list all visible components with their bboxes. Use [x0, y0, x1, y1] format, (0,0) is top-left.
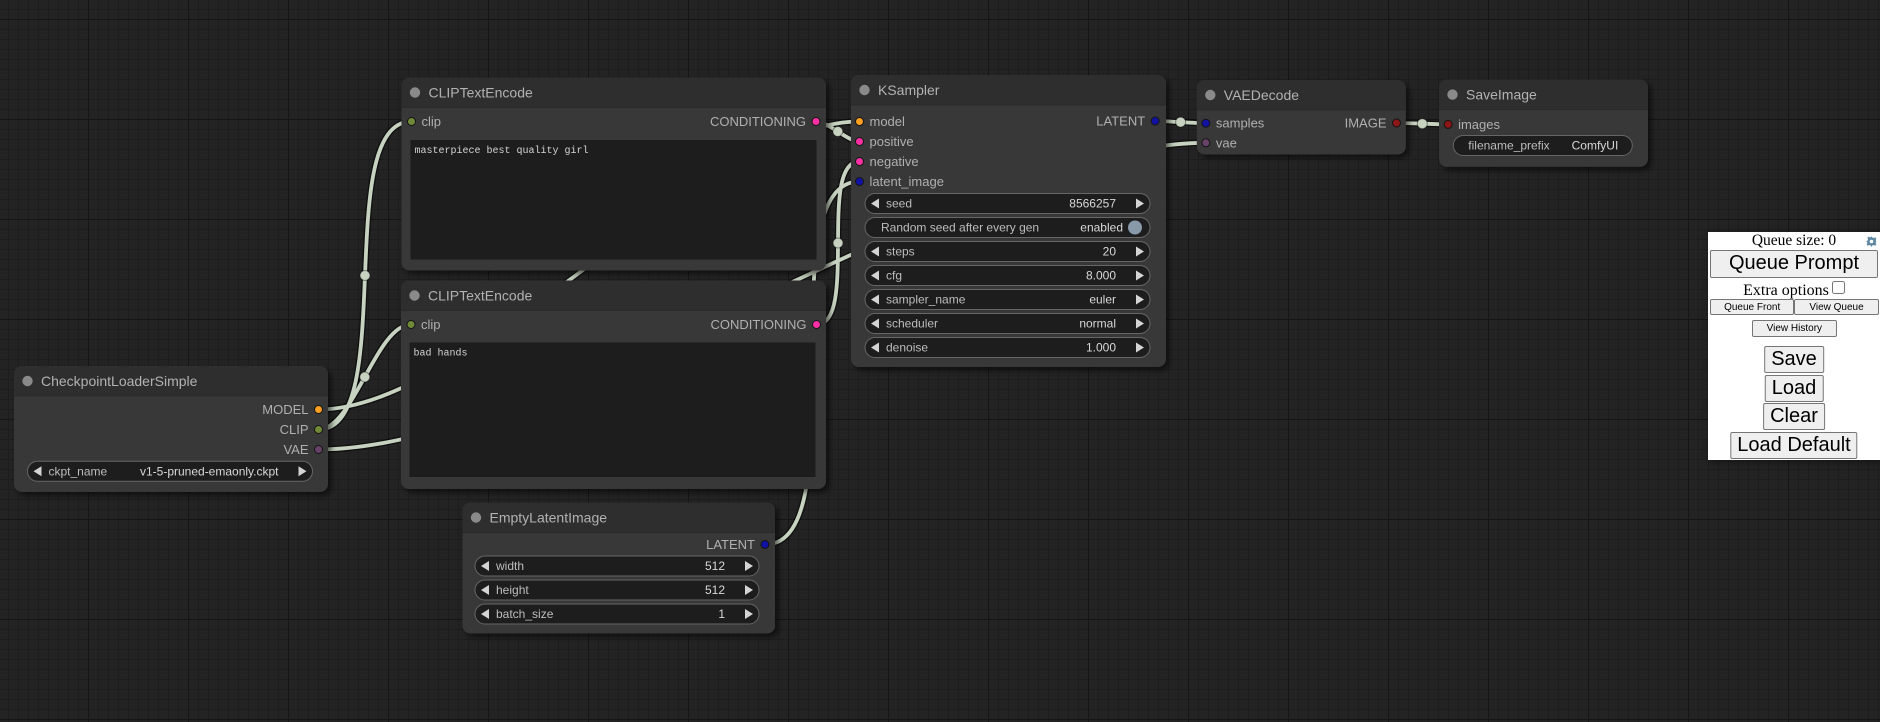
- svg-text:512: 512: [705, 583, 725, 597]
- svg-text:Random seed after every gen: Random seed after every gen: [881, 221, 1039, 235]
- svg-text:width: width: [495, 559, 524, 573]
- svg-text:scheduler: scheduler: [886, 317, 938, 331]
- svg-text:CONDITIONING: CONDITIONING: [710, 317, 806, 332]
- svg-text:vae: vae: [1216, 135, 1237, 150]
- svg-text:cfg: cfg: [886, 269, 902, 283]
- svg-text:LATENT: LATENT: [706, 537, 755, 552]
- svg-text:8.000: 8.000: [1086, 269, 1116, 283]
- svg-text:normal: normal: [1079, 317, 1116, 331]
- svg-text:CheckpointLoaderSimple: CheckpointLoaderSimple: [41, 373, 198, 389]
- svg-text:seed: seed: [886, 197, 912, 211]
- svg-text:filename_prefix: filename_prefix: [1468, 139, 1549, 153]
- svg-text:height: height: [496, 583, 529, 597]
- svg-text:MODEL: MODEL: [262, 402, 308, 417]
- svg-text:512: 512: [705, 559, 725, 573]
- svg-text:SaveImage: SaveImage: [1466, 87, 1537, 103]
- svg-text:v1-5-pruned-emaonly.ckpt: v1-5-pruned-emaonly.ckpt: [140, 464, 279, 478]
- svg-text:CLIPTextEncode: CLIPTextEncode: [429, 85, 533, 101]
- svg-text:CLIPTextEncode: CLIPTextEncode: [428, 288, 532, 304]
- svg-text:8566257: 8566257: [1069, 197, 1116, 211]
- svg-text:enabled: enabled: [1080, 221, 1123, 235]
- svg-text:steps: steps: [886, 245, 915, 259]
- svg-text:denoise: denoise: [886, 341, 928, 355]
- svg-text:LATENT: LATENT: [1096, 114, 1145, 129]
- svg-text:KSampler: KSampler: [878, 82, 940, 98]
- svg-text:images: images: [1458, 117, 1500, 132]
- svg-text:VAEDecode: VAEDecode: [1224, 87, 1299, 103]
- svg-text:1: 1: [718, 607, 725, 621]
- svg-text:positive: positive: [870, 134, 914, 149]
- svg-text:CONDITIONING: CONDITIONING: [710, 114, 806, 129]
- svg-text:bad hands: bad hands: [414, 348, 468, 360]
- svg-text:latent_image: latent_image: [870, 174, 944, 189]
- svg-text:20: 20: [1103, 245, 1117, 259]
- svg-text:sampler_name: sampler_name: [886, 293, 966, 307]
- svg-text:samples: samples: [1216, 116, 1265, 131]
- svg-text:negative: negative: [870, 154, 919, 169]
- svg-text:model: model: [870, 114, 906, 129]
- svg-text:ComfyUI: ComfyUI: [1572, 139, 1619, 153]
- svg-text:masterpiece best quality girl: masterpiece best quality girl: [415, 145, 589, 157]
- svg-text:1.000: 1.000: [1086, 341, 1116, 355]
- svg-text:IMAGE: IMAGE: [1345, 116, 1387, 131]
- svg-text:clip: clip: [421, 317, 441, 332]
- svg-text:batch_size: batch_size: [496, 607, 554, 621]
- svg-text:ckpt_name: ckpt_name: [49, 464, 108, 478]
- svg-text:euler: euler: [1089, 293, 1116, 307]
- svg-text:VAE: VAE: [283, 442, 308, 457]
- svg-text:clip: clip: [422, 114, 442, 129]
- svg-text:EmptyLatentImage: EmptyLatentImage: [490, 510, 608, 526]
- svg-text:CLIP: CLIP: [280, 422, 309, 437]
